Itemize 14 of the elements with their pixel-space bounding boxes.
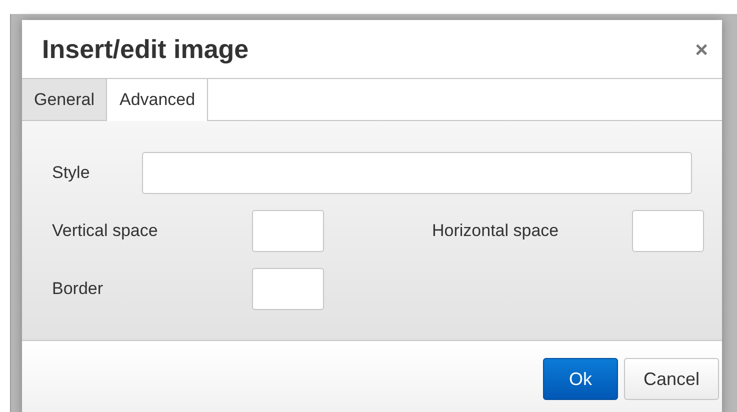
field-label: Horizontal space: [432, 220, 560, 242]
field-label: Border: [52, 278, 104, 300]
tab[interactable]: General: [22, 79, 108, 120]
ok-button[interactable]: Ok: [543, 358, 618, 400]
text-field[interactable]: [632, 210, 704, 252]
text-field[interactable]: [252, 268, 324, 310]
tab[interactable]: Advanced: [107, 79, 208, 121]
text-field[interactable]: [252, 210, 324, 252]
dialog-title: Insert/edit image: [42, 32, 249, 66]
field-label: Style: [52, 162, 91, 184]
text-field[interactable]: [142, 152, 692, 194]
close-button[interactable]: ×: [695, 32, 708, 66]
field-label: Vertical space: [52, 220, 159, 242]
cancel-button[interactable]: Cancel: [624, 358, 719, 400]
